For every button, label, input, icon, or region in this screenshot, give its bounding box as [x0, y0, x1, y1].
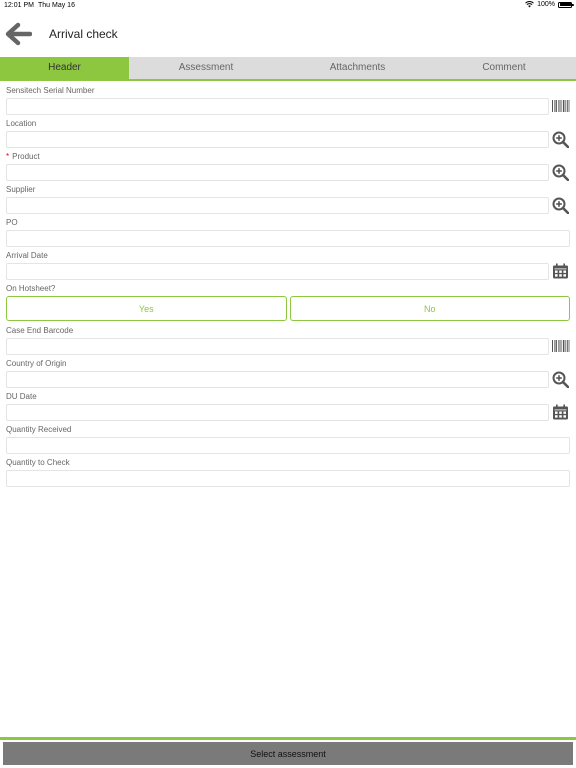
page-title: Arrival check	[49, 27, 118, 41]
field-du-date: DU Date	[6, 392, 570, 421]
nav-bar: Arrival check	[0, 12, 576, 57]
field-location: Location	[6, 119, 570, 148]
product-label-text: Product	[12, 152, 40, 161]
field-supplier: Supplier	[6, 185, 570, 214]
field-label: Case End Barcode	[6, 326, 74, 335]
barcode-scan-button[interactable]	[551, 336, 570, 356]
field-label: * Product	[6, 152, 570, 162]
field-on-hotsheet: On Hotsheet?	[6, 284, 570, 294]
barcode-icon	[551, 340, 569, 352]
supplier-lookup-button[interactable]	[551, 195, 570, 215]
tab-header[interactable]: Header	[0, 57, 129, 79]
status-time: 12:01 PM	[4, 2, 34, 9]
field-label: Quantity Received	[6, 425, 72, 434]
wifi-icon	[525, 1, 534, 8]
field-po: PO	[6, 218, 570, 247]
country-of-origin-input[interactable]	[6, 371, 549, 388]
field-label: Sensitech Serial Number	[6, 86, 95, 95]
field-label: Arrival Date	[6, 251, 48, 260]
case-end-barcode-input[interactable]	[6, 338, 549, 355]
barcode-scan-button[interactable]	[551, 96, 570, 116]
zoom-in-icon	[552, 163, 569, 181]
zoom-in-icon	[552, 370, 569, 388]
tab-attachments[interactable]: Attachments	[283, 57, 432, 79]
field-quantity-to-check: Quantity to Check	[6, 458, 570, 487]
barcode-icon	[551, 100, 569, 112]
tab-comment[interactable]: Comment	[432, 57, 576, 79]
supplier-input[interactable]	[6, 197, 549, 214]
footer-divider	[0, 737, 576, 740]
battery-icon	[558, 1, 574, 8]
field-case-end-barcode: Case End Barcode	[6, 326, 570, 355]
field-arrival-date: Arrival Date	[6, 251, 570, 280]
field-label: PO	[6, 218, 18, 227]
zoom-in-icon	[552, 196, 569, 214]
status-right: 100%	[525, 1, 574, 8]
back-button[interactable]	[4, 22, 33, 46]
tab-assessment[interactable]: Assessment	[129, 57, 283, 79]
arrow-left-icon	[5, 22, 33, 46]
field-label: DU Date	[6, 392, 37, 401]
du-date-input[interactable]	[6, 404, 549, 421]
status-date: Thu May 16	[38, 2, 75, 9]
hotsheet-toggle-group: Yes No	[6, 296, 570, 321]
sensitech-serial-input[interactable]	[6, 98, 549, 115]
field-label: Quantity to Check	[6, 458, 70, 467]
field-label: Location	[6, 119, 37, 128]
location-input[interactable]	[6, 131, 549, 148]
product-input[interactable]	[6, 164, 549, 181]
status-bar: 12:01 PM Thu May 16 100%	[0, 0, 576, 12]
required-marker: *	[6, 152, 10, 161]
hotsheet-no-button[interactable]: No	[289, 296, 570, 321]
select-assessment-button[interactable]: Select assessment	[3, 742, 573, 765]
zoom-in-icon	[552, 130, 569, 148]
field-label: Country of Origin	[6, 359, 67, 368]
country-lookup-button[interactable]	[551, 369, 570, 389]
arrival-date-input[interactable]	[6, 263, 549, 280]
quantity-to-check-input[interactable]	[6, 470, 570, 487]
quantity-received-input[interactable]	[6, 437, 570, 454]
field-quantity-received: Quantity Received	[6, 425, 570, 454]
field-country-of-origin: Country of Origin	[6, 359, 570, 388]
po-input[interactable]	[6, 230, 570, 247]
field-sensitech-serial: Sensitech Serial Number	[6, 86, 570, 115]
field-label: Supplier	[6, 185, 36, 194]
tab-bar: Header Assessment Attachments Comment	[0, 57, 576, 81]
location-lookup-button[interactable]	[551, 129, 570, 149]
product-lookup-button[interactable]	[551, 162, 570, 182]
field-label: On Hotsheet?	[6, 284, 56, 293]
calendar-icon	[553, 404, 568, 419]
du-date-picker-button[interactable]	[551, 402, 570, 422]
arrival-date-picker-button[interactable]	[551, 261, 570, 281]
calendar-icon	[553, 263, 568, 278]
field-product: * Product	[6, 152, 570, 181]
hotsheet-yes-button[interactable]: Yes	[6, 296, 287, 321]
battery-percent: 100%	[537, 1, 555, 8]
